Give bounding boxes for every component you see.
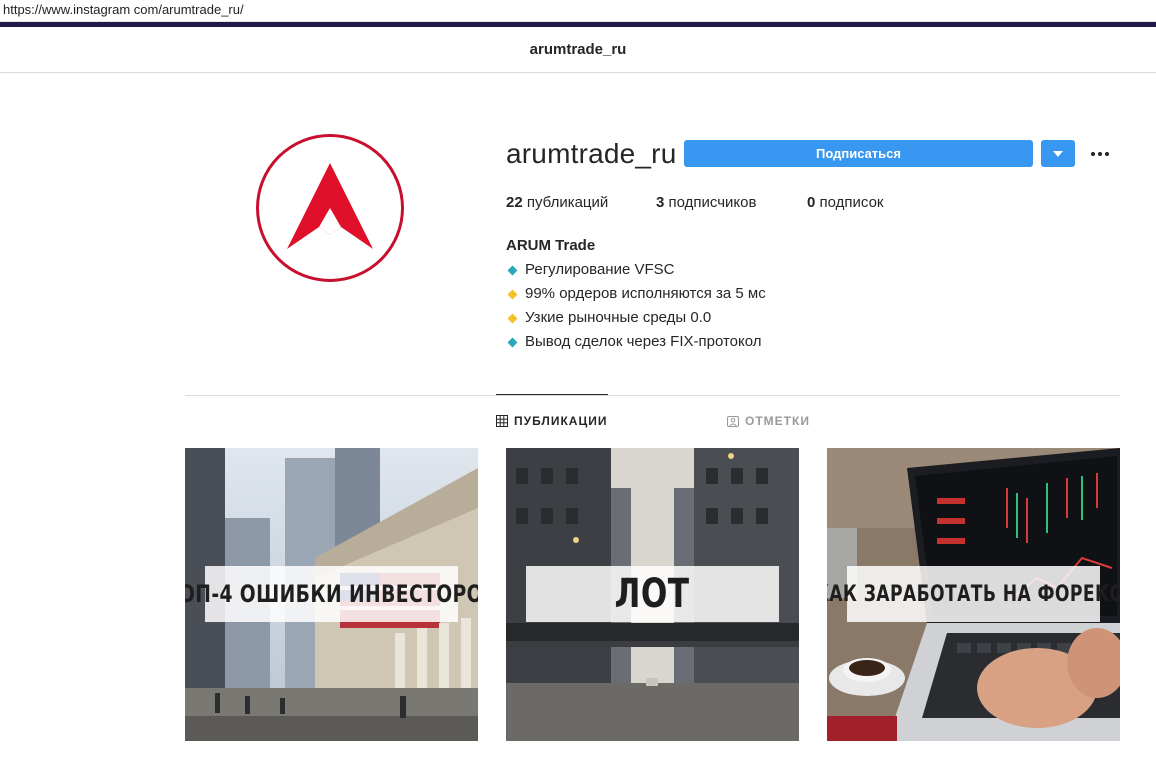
- diamond-bullet-icon: [507, 313, 518, 323]
- post-caption: КАК ЗАРАБОТАТЬ НА ФОРЕКС?: [827, 581, 1120, 607]
- post-caption-banner: КАК ЗАРАБОТАТЬ НА ФОРЕКС?: [827, 566, 1120, 622]
- address-bar[interactable]: https://www.instagram com/arumtrade_ru/: [0, 0, 1156, 22]
- diamond-bullet-icon: [507, 337, 518, 347]
- followers-stat[interactable]: 3 подписчиков: [656, 194, 756, 211]
- post-thumbnail[interactable]: КАК ЗАРАБОТАТЬ НА ФОРЕКС?: [827, 448, 1120, 741]
- bio-line: Вывод сделок через FIX-протокол: [506, 330, 766, 354]
- top-navigation: arumtrade_ru: [0, 27, 1156, 73]
- arum-logo-icon: [287, 163, 373, 249]
- diamond-bullet-icon: [507, 265, 518, 275]
- diamond-bullet-icon: [507, 289, 518, 299]
- profile-bio: ARUM Trade Регулирование VFSC 99% ордеро…: [506, 234, 766, 354]
- suggestions-dropdown-button[interactable]: [1041, 140, 1075, 167]
- post-thumbnail[interactable]: ЛОТ: [506, 448, 799, 741]
- tab-posts-label: ПУБЛИКАЦИИ: [514, 414, 608, 428]
- tab-tagged-label: ОТМЕТКИ: [745, 414, 810, 428]
- triangle-down-icon: [1053, 150, 1063, 157]
- bio-line: Регулирование VFSC: [506, 258, 766, 282]
- tabs-divider: [185, 395, 1120, 396]
- dot-icon: [1105, 151, 1109, 156]
- bio-line: Узкие рыночные среды 0.0: [506, 306, 766, 330]
- dot-icon: [1091, 151, 1095, 156]
- bio-line-text: Регулирование VFSC: [525, 261, 675, 278]
- nav-title: arumtrade_ru: [529, 41, 627, 58]
- post-caption-banner: ТОП-4 ОШИБКИ ИНВЕСТОРОВ: [185, 566, 478, 622]
- tagged-icon: [727, 416, 739, 427]
- bio-line: 99% ордеров исполняются за 5 мс: [506, 282, 766, 306]
- post-caption: ТОП-4 ОШИБКИ ИНВЕСТОРОВ: [185, 580, 478, 608]
- tab-posts[interactable]: ПУБЛИКАЦИИ: [496, 414, 607, 428]
- following-count-label: подписок: [815, 194, 884, 211]
- more-options-button[interactable]: [1086, 140, 1114, 167]
- post-caption: ЛОТ: [615, 571, 690, 617]
- bio-line-text: Узкие рыночные среды 0.0: [525, 309, 712, 326]
- post-thumbnail[interactable]: ТОП-4 ОШИБКИ ИНВЕСТОРОВ: [185, 448, 478, 741]
- post-caption-banner: ЛОТ: [526, 566, 779, 622]
- posts-count-stat: 22 публикаций: [506, 194, 608, 211]
- followers-count-label: подписчиков: [664, 194, 757, 211]
- follow-button[interactable]: Подписаться: [684, 140, 1033, 167]
- active-tab-indicator: [496, 394, 608, 395]
- posts-count-label: публикаций: [522, 194, 609, 211]
- grid-icon: [496, 415, 508, 427]
- profile-avatar[interactable]: [256, 134, 404, 282]
- dot-icon: [1098, 151, 1102, 156]
- url-text: https://www.instagram com/arumtrade_ru/: [3, 2, 244, 17]
- bio-line-text: Вывод сделок через FIX-протокол: [525, 333, 762, 350]
- profile-username: arumtrade_ru: [506, 138, 677, 169]
- tab-tagged[interactable]: ОТМЕТКИ: [727, 414, 810, 428]
- bio-name: ARUM Trade: [506, 237, 596, 254]
- bio-line-text: 99% ордеров исполняются за 5 мс: [525, 285, 766, 302]
- posts-count-value: 22: [506, 194, 523, 211]
- following-stat[interactable]: 0 подписок: [807, 194, 883, 211]
